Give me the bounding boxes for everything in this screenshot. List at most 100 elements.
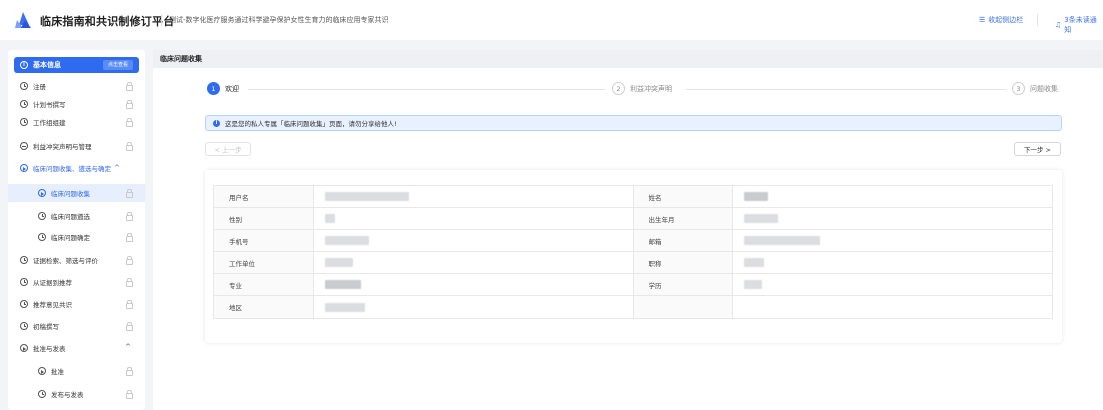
step-welcome: 1 欢迎 [207,82,239,95]
app-title: 临床指南和共识制修订平台 [40,15,175,28]
lock-icon [125,278,133,287]
step-label: 欢迎 [225,84,239,93]
menu-fold-icon: ☰ [979,16,986,24]
field-label: 地区 [214,296,314,318]
next-step-button[interactable]: 下一步 > [1014,142,1061,156]
table-row: 专业 学历 [214,274,1052,296]
clock-icon [38,233,46,241]
lock-icon [125,212,133,221]
table-row: 用户名 姓名 [214,186,1052,208]
sidebar-item-label: 推荐意见共识 [33,301,72,309]
field-label: 性别 [214,208,314,229]
title-value [733,252,1052,273]
clock-icon [20,278,28,286]
step-label: 利益冲突声明 [630,84,672,93]
step-label: 问题收集 [1030,84,1058,93]
email-value [733,230,1052,251]
sidebar-item-release[interactable]: 发布与发表 [8,385,145,403]
sidebar-item-label: 批准与发表 [33,345,66,353]
sidebar-item-plan-writing[interactable]: 计划书撰写 [8,95,145,113]
sidebar-item-label: 初稿撰写 [33,323,59,331]
sidebar-item-label: 临床问题遴选 [51,213,90,221]
header-divider [1037,14,1038,26]
sidebar-item-conflict-of-interest[interactable]: 利益冲突声明与管理 [8,137,145,155]
sidebar-item-label: 临床问题收集、遴选与确定 [33,165,111,173]
sidebar-head-label: 基本信息 [33,61,61,69]
field-label: 出生年月 [633,208,734,229]
empty-value [733,296,1052,318]
sidebar-item-label: 发布与发表 [51,391,84,399]
sidebar-item-evidence-search[interactable]: 证据检索、筛选与评价 [8,251,145,269]
sidebar-item-label: 证据检索、筛选与评价 [33,257,98,265]
lock-icon [125,256,133,265]
app-logo-icon [15,12,31,28]
play-circle-icon [38,367,46,375]
sidebar-item-label: 注册 [33,83,46,91]
info-icon: i [20,61,28,69]
chevron-up-icon: ^ [125,343,131,351]
username-value [314,186,634,207]
table-row: 性别 出生年月 [214,208,1052,230]
sidebar-item-register[interactable]: 注册 [8,77,145,95]
sidebar-item-label: 利益冲突声明与管理 [33,143,92,151]
notifications-button[interactable]: ♫ 3条未读通知 [1055,15,1103,35]
sidebar-item-label: 临床问题收集 [51,190,90,198]
field-label: 学历 [633,274,734,295]
region-value [314,296,634,318]
step-conflict-declaration: 2 利益冲突声明 [612,82,672,95]
field-label: 用户名 [214,186,314,207]
lock-icon [125,142,133,151]
lock-icon [125,367,133,376]
field-label-empty [633,296,734,318]
sidebar-item-question-collection[interactable]: 临床问题收集 [8,184,145,202]
field-label: 职称 [633,252,734,273]
view-tag[interactable]: 点击查看 [102,60,133,70]
lock-icon [125,322,133,331]
field-label: 手机号 [214,230,314,251]
clock-icon [20,118,28,126]
field-label: 工作单位 [214,252,314,273]
sidebar-item-label: 工作组组建 [33,119,66,127]
lock-icon [125,300,133,309]
field-label: 姓名 [633,186,734,207]
tab-question-collection[interactable]: 临床问题收集 [160,54,202,64]
field-label: 邮箱 [633,230,734,251]
sidebar-item-draft-writing[interactable]: 初稿撰写 [8,317,145,335]
prev-step-button[interactable]: < 上一步 [205,142,251,156]
step-question-collection: 3 问题收集 [1012,82,1058,95]
sidebar-item-question-selection[interactable]: 临床问题遴选 [8,207,145,225]
sidebar-item-label: 计划书撰写 [33,101,66,109]
education-value [733,274,1052,295]
major-value [314,274,634,295]
collapse-sidebar-button[interactable]: ☰ 收起侧边栏 [979,15,1023,25]
phone-value [314,230,634,251]
lock-icon [125,233,133,242]
clock-icon [20,300,28,308]
minus-circle-icon [20,142,28,150]
top-header: 临床指南和共识制修订平台 测试-数字化医疗服务通过科学避孕保护女性生育力的临床应… [0,0,1103,40]
main-tab-bar: 临床问题收集 [153,50,1103,68]
play-circle-icon [20,164,28,172]
lock-icon [125,390,133,399]
sidebar-head-basic-info[interactable]: i 基本信息 点击查看 [14,57,139,73]
sidebar-item-question-confirm[interactable]: 临床问题确定 [8,228,145,246]
clock-icon [20,256,28,264]
play-circle-icon [38,189,46,197]
step-number: 1 [207,82,220,95]
sidebar-item-evidence-to-recommendation[interactable]: 从证据到推荐 [8,273,145,291]
lock-icon [125,118,133,127]
table-row: 手机号 邮箱 [214,230,1052,252]
sidebar-item-approval[interactable]: 批准 [8,362,145,380]
sidebar-item-approval-publish[interactable]: 批准与发表 ^ [8,339,145,357]
sidebar-item-clinical-questions[interactable]: 临床问题收集、遴选与确定 ^ [8,159,145,177]
table-row: 地区 [214,296,1052,318]
name-value [733,186,1052,207]
sidebar-item-label: 临床问题确定 [51,234,90,242]
title-divider [161,14,162,26]
clock-icon [38,212,46,220]
lock-icon [125,100,133,109]
sidebar-item-recommendation-consensus[interactable]: 推荐意见共识 [8,295,145,313]
step-connector [248,89,605,90]
work-unit-value [314,252,634,273]
sidebar-item-working-group[interactable]: 工作组组建 [8,113,145,131]
